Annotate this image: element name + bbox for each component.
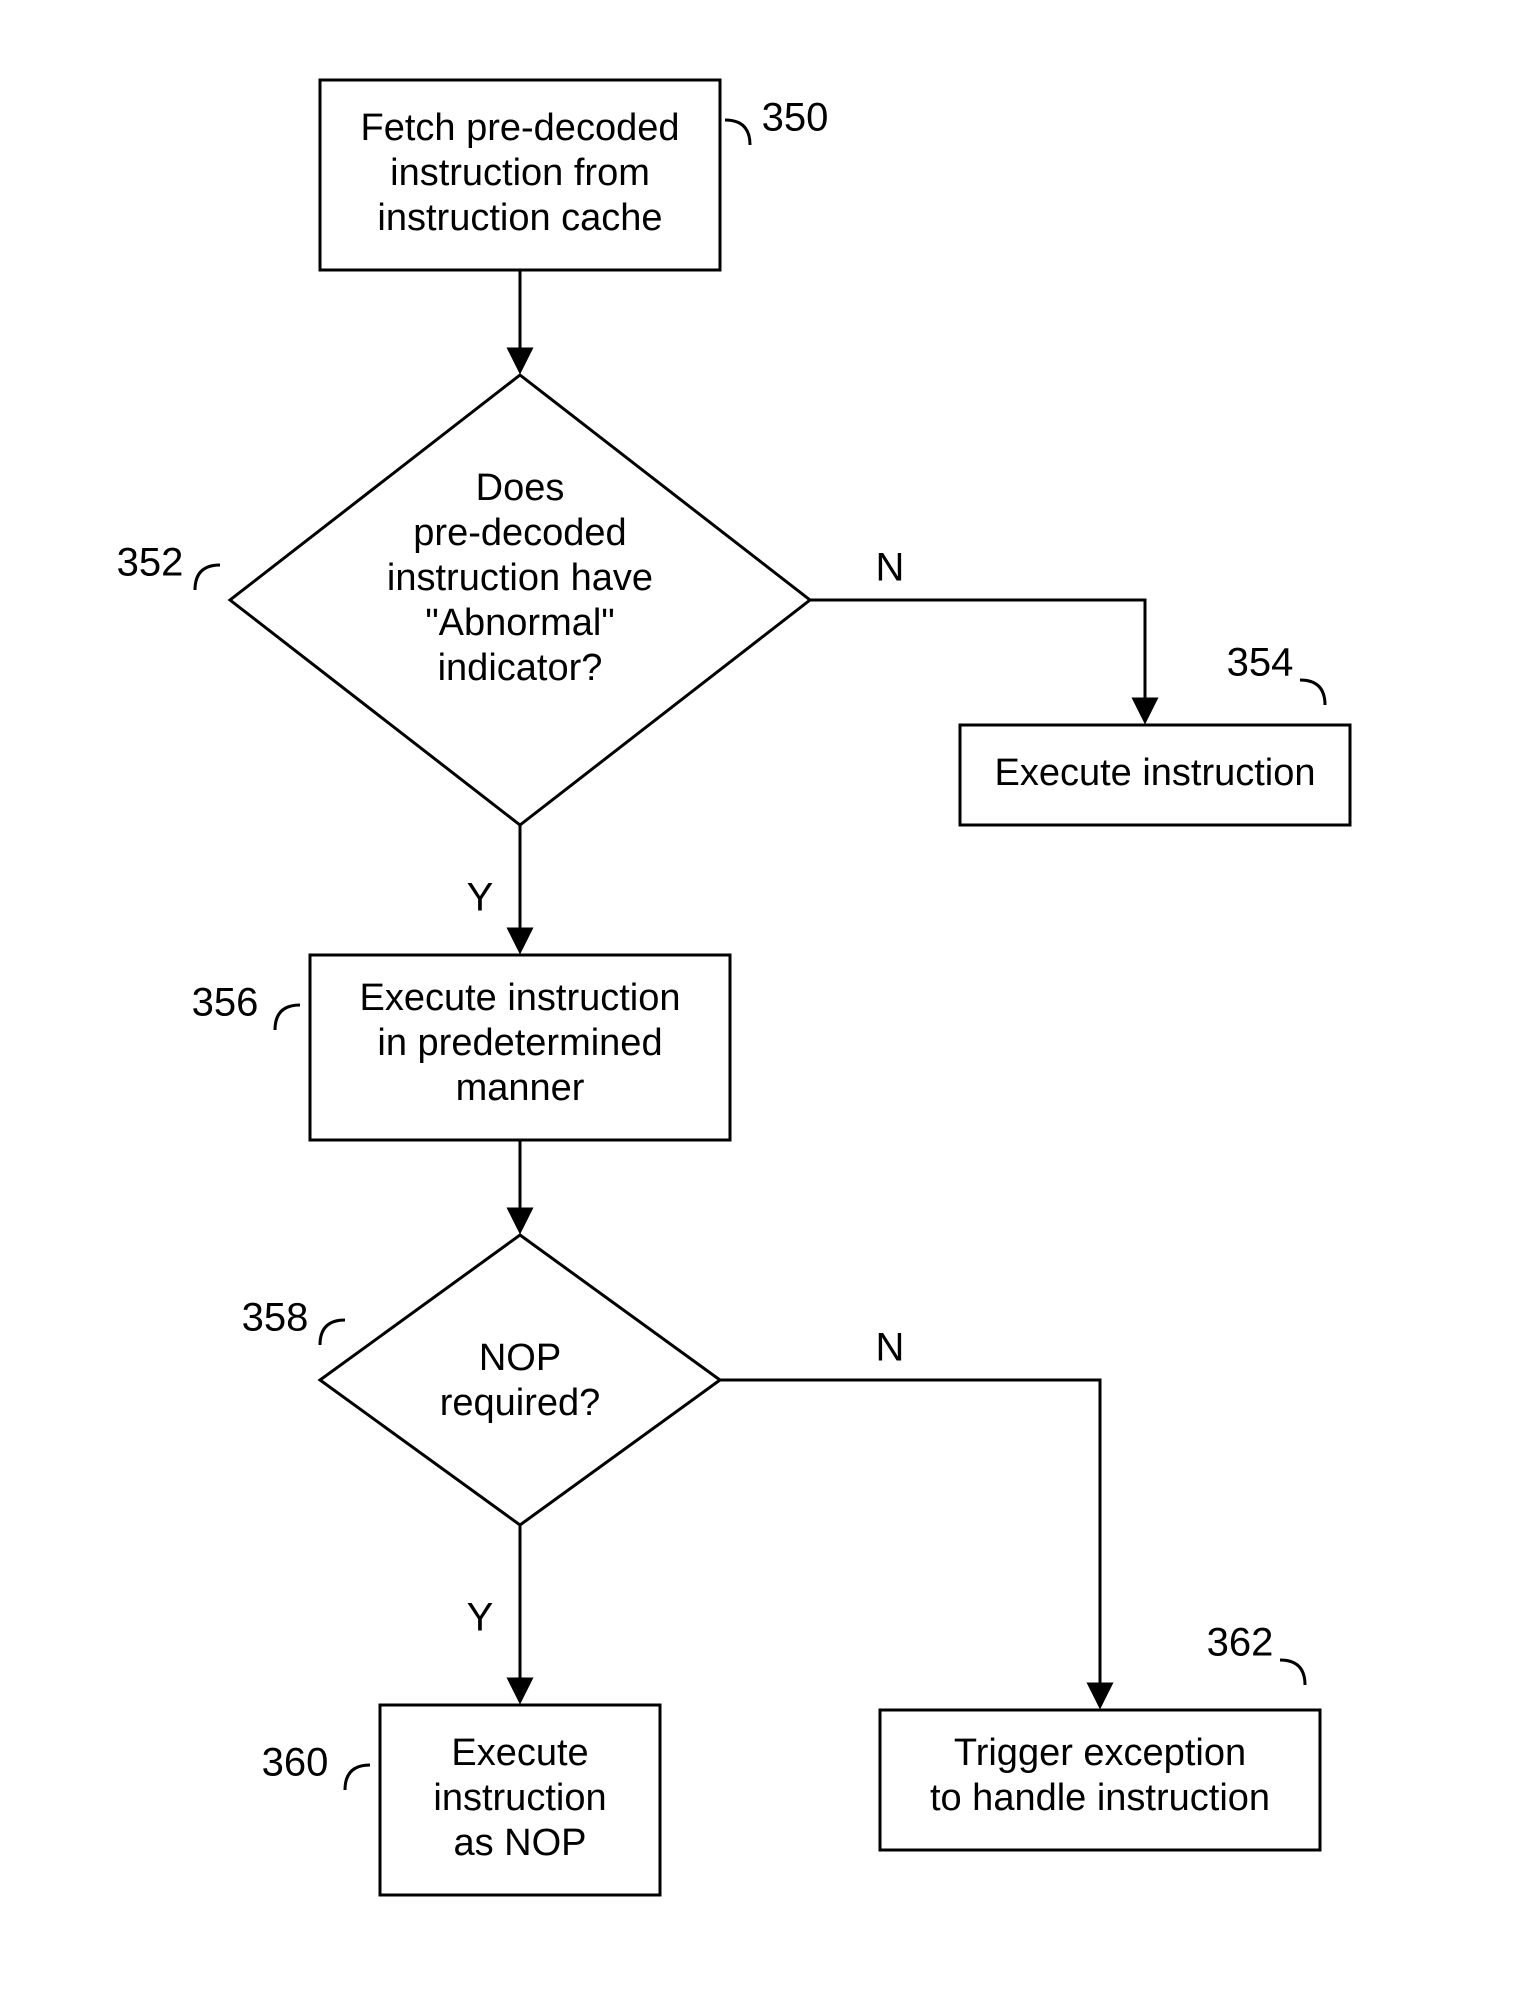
node-358-line1: NOP: [479, 1337, 561, 1379]
node-354: Execute instruction: [960, 725, 1350, 825]
edge-352-354: [810, 600, 1145, 720]
node-356-line2: in predetermined: [377, 1022, 662, 1064]
edge-352-354-label: N: [876, 546, 905, 590]
node-362-line1: Trigger exception: [954, 1732, 1246, 1774]
ref-hook-352: [195, 565, 220, 590]
node-350-line2: instruction from: [390, 152, 650, 194]
node-356-line1: Execute instruction: [359, 977, 680, 1019]
node-352-line4: "Abnormal": [425, 602, 615, 644]
flowchart: Fetch pre-decoded instruction from instr…: [0, 0, 1513, 2000]
ref-hook-360: [345, 1765, 370, 1790]
edge-358-362: [720, 1380, 1100, 1705]
ref-hook-350: [725, 120, 750, 145]
node-362-line2: to handle instruction: [930, 1777, 1270, 1819]
ref-360: 360: [262, 1741, 329, 1785]
node-350: Fetch pre-decoded instruction from instr…: [320, 80, 720, 270]
node-360: Execute instruction as NOP: [380, 1705, 660, 1895]
node-352: Does pre-decoded instruction have "Abnor…: [230, 375, 810, 825]
ref-350: 350: [762, 96, 829, 140]
node-352-line1: Does: [476, 467, 565, 509]
ref-hook-354: [1300, 680, 1325, 705]
node-358-line2: required?: [440, 1382, 601, 1424]
node-352-line3: instruction have: [387, 557, 653, 599]
node-358: NOP required?: [320, 1235, 720, 1525]
ref-hook-356: [275, 1005, 300, 1030]
ref-358: 358: [242, 1296, 309, 1340]
ref-354: 354: [1227, 641, 1294, 685]
node-356-line3: manner: [456, 1067, 585, 1109]
node-356: Execute instruction in predetermined man…: [310, 955, 730, 1140]
node-352-line2: pre-decoded: [413, 512, 626, 554]
node-350-line3: instruction cache: [377, 197, 662, 239]
ref-hook-362: [1280, 1660, 1305, 1685]
node-360-line2: instruction: [433, 1777, 606, 1819]
node-362: Trigger exception to handle instruction: [880, 1710, 1320, 1850]
ref-362: 362: [1207, 1621, 1274, 1665]
edge-358-362-label: N: [876, 1326, 905, 1370]
edge-352-356-label: Y: [467, 876, 494, 920]
ref-356: 356: [192, 981, 259, 1025]
node-354-line1: Execute instruction: [994, 752, 1315, 794]
node-352-line5: indicator?: [438, 647, 603, 689]
edge-358-360-label: Y: [467, 1596, 494, 1640]
node-360-line3: as NOP: [453, 1822, 586, 1864]
node-350-line1: Fetch pre-decoded: [361, 107, 680, 149]
ref-hook-358: [320, 1320, 345, 1345]
node-360-line1: Execute: [451, 1732, 588, 1774]
ref-352: 352: [117, 541, 184, 585]
